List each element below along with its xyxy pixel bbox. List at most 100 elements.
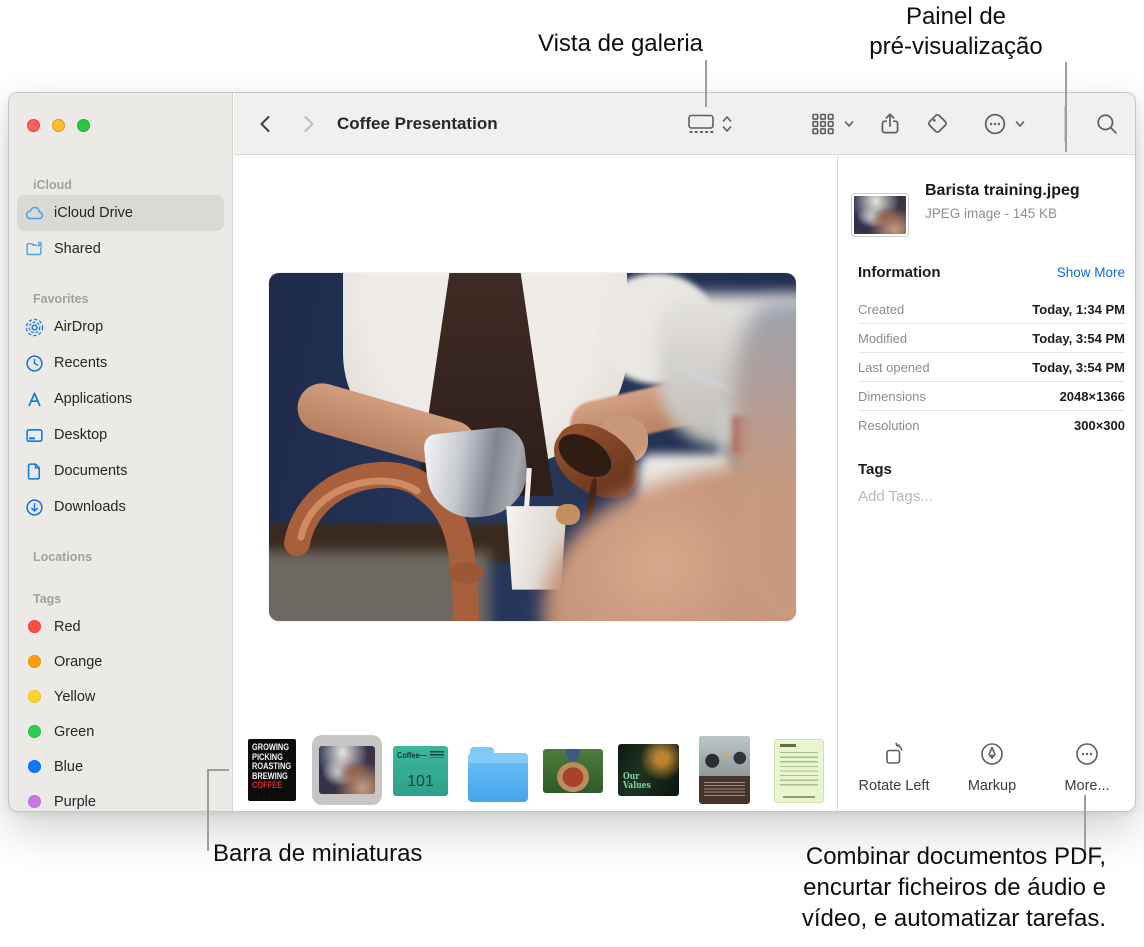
forward-button[interactable] — [296, 93, 320, 155]
desktop-icon — [23, 424, 45, 446]
gallery-view-button[interactable] — [686, 93, 734, 155]
chevron-down-icon — [844, 121, 854, 127]
sidebar-item-airdrop[interactable]: AirDrop — [17, 309, 224, 345]
info-row-modified: Modified Today, 3:54 PM — [858, 324, 1125, 353]
search-button[interactable] — [1094, 93, 1120, 155]
markup-pen-icon — [981, 743, 1003, 765]
figure-canvas: Vista de galeria Painel de pré-visualiza… — [0, 0, 1144, 947]
thumbnail-brochure[interactable] — [699, 736, 750, 804]
sidebar-item-label: Green — [54, 723, 95, 740]
clock-icon — [23, 352, 45, 374]
callout-line-gallery-view — [705, 60, 707, 107]
more-toolbar-button[interactable] — [982, 93, 1027, 155]
card-number: 101 — [407, 773, 434, 790]
info-row-resolution: Resolution 300×300 — [858, 418, 1125, 433]
photo-shape-biscuit — [556, 504, 580, 526]
thumbnail-folder[interactable] — [468, 745, 528, 802]
up-down-chevrons-icon — [722, 116, 732, 132]
sidebar-section-locations: Locations — [9, 547, 232, 567]
show-more-link[interactable]: Show More — [1057, 265, 1125, 280]
sidebar-item-applications[interactable]: Applications — [17, 381, 224, 417]
sidebar: iCloud iCloud Drive Shared Favorites Air… — [9, 93, 233, 811]
thumbnail-coffee-cherries-photo[interactable] — [543, 749, 603, 793]
callout-preview-pane: Painel de pré-visualização — [830, 2, 1082, 62]
callout-more-actions: Combinar documentos PDF, encurtar fichei… — [630, 841, 1106, 934]
add-tags-field[interactable]: Add Tags... — [858, 488, 933, 505]
sidebar-item-desktop[interactable]: Desktop — [17, 417, 224, 453]
sidebar-item-tag-purple[interactable]: Purple — [17, 784, 224, 811]
back-button[interactable] — [254, 93, 278, 155]
sidebar-item-shared[interactable]: Shared — [17, 231, 224, 267]
chevron-right-icon — [304, 116, 314, 132]
values-text: Our Values — [623, 772, 651, 791]
thumbnail-coffee-poster[interactable]: GROWING PICKING ROASTING BREWING COFFEE — [248, 739, 296, 801]
shared-folder-icon — [23, 238, 45, 260]
sidebar-item-tag-blue[interactable]: Blue — [17, 749, 224, 784]
more-actions-button[interactable]: More... — [1039, 740, 1135, 794]
info-row-last-opened: Last opened Today, 3:54 PM — [858, 353, 1125, 382]
markup-button[interactable]: Markup — [944, 740, 1040, 794]
airdrop-icon — [23, 316, 45, 338]
thumbnail-barista-photo-selected[interactable] — [319, 746, 375, 794]
card-title: Coffee— — [397, 750, 427, 760]
zoom-window-button[interactable] — [77, 119, 90, 132]
more-ellipsis-icon — [1076, 743, 1098, 765]
sidebar-item-icloud-drive[interactable]: iCloud Drive — [17, 195, 224, 231]
callout-more-line2: encurtar ficheiros de áudio e — [803, 874, 1106, 901]
information-header: Information — [858, 264, 941, 281]
sidebar-item-label: Applications — [54, 391, 133, 407]
ellipsis-circle-icon — [984, 113, 1006, 135]
close-window-button[interactable] — [27, 119, 40, 132]
tags-header: Tags — [858, 461, 892, 478]
content-area: GROWING PICKING ROASTING BREWING COFFEE … — [234, 156, 837, 811]
info-rows: Created Today, 1:34 PM Modified Today, 3… — [858, 295, 1125, 440]
group-button[interactable] — [809, 93, 856, 155]
sidebar-section-favorites: Favorites AirDrop Recents Applications D… — [9, 289, 232, 525]
folder-icon-lip — [468, 753, 528, 763]
sidebar-item-label: AirDrop — [54, 319, 104, 335]
sidebar-item-label: Blue — [54, 758, 84, 775]
sidebar-item-label: Documents — [54, 463, 128, 479]
preview-file-thumbnail — [851, 193, 909, 237]
receipt-text-lines — [780, 752, 818, 788]
preview-pane: Barista training.jpeg JPEG image - 145 K… — [837, 156, 1135, 811]
callout-line-thumbnail-bar-vertical — [207, 769, 209, 851]
share-button[interactable] — [877, 93, 903, 155]
sidebar-header-icloud: iCloud — [33, 178, 72, 192]
thumbnail-receipt[interactable] — [774, 739, 824, 803]
sidebar-item-label: Orange — [54, 653, 103, 670]
group-icon — [812, 113, 834, 135]
card-text-lines — [430, 751, 444, 758]
brochure-text-lines — [704, 782, 745, 798]
callout-preview-line2: pré-visualização — [869, 33, 1043, 60]
thumbnail-our-values-card[interactable]: Our Values — [618, 744, 679, 796]
toolbar: Coffee Presentation — [234, 93, 1135, 155]
sidebar-item-tag-orange[interactable]: Orange — [17, 644, 224, 679]
sidebar-item-downloads[interactable]: Downloads — [17, 489, 224, 525]
sidebar-item-recents[interactable]: Recents — [17, 345, 224, 381]
downloads-icon — [23, 496, 45, 518]
thumbnail-coffee-101-card[interactable]: Coffee— 101 — [393, 746, 448, 796]
sidebar-item-label: Downloads — [54, 499, 126, 515]
callout-line-thumbnail-bar-horizontal — [207, 769, 229, 771]
sidebar-item-label: Red — [54, 618, 81, 635]
document-icon — [23, 460, 45, 482]
sidebar-item-tag-green[interactable]: Green — [17, 714, 224, 749]
callout-gallery-view: Vista de galeria — [538, 30, 703, 57]
minimize-window-button[interactable] — [52, 119, 65, 132]
sidebar-item-tag-yellow[interactable]: Yellow — [17, 679, 224, 714]
sidebar-header-favorites: Favorites — [33, 292, 89, 306]
tags-button[interactable] — [925, 93, 951, 155]
rotate-left-button[interactable]: Rotate Left — [846, 740, 942, 794]
sidebar-item-label: Desktop — [54, 427, 108, 443]
receipt-footer-line — [783, 796, 815, 798]
sidebar-header-tags: Tags — [33, 592, 62, 606]
gallery-preview-photo[interactable] — [269, 273, 796, 621]
info-row-dimensions: Dimensions 2048×1366 — [858, 382, 1125, 411]
search-icon — [1097, 114, 1117, 134]
sidebar-item-tag-red[interactable]: Red — [17, 609, 224, 644]
sidebar-item-documents[interactable]: Documents — [17, 453, 224, 489]
tag-icon — [928, 114, 947, 133]
brochure-photo — [699, 736, 750, 776]
receipt-title-line — [780, 744, 796, 747]
